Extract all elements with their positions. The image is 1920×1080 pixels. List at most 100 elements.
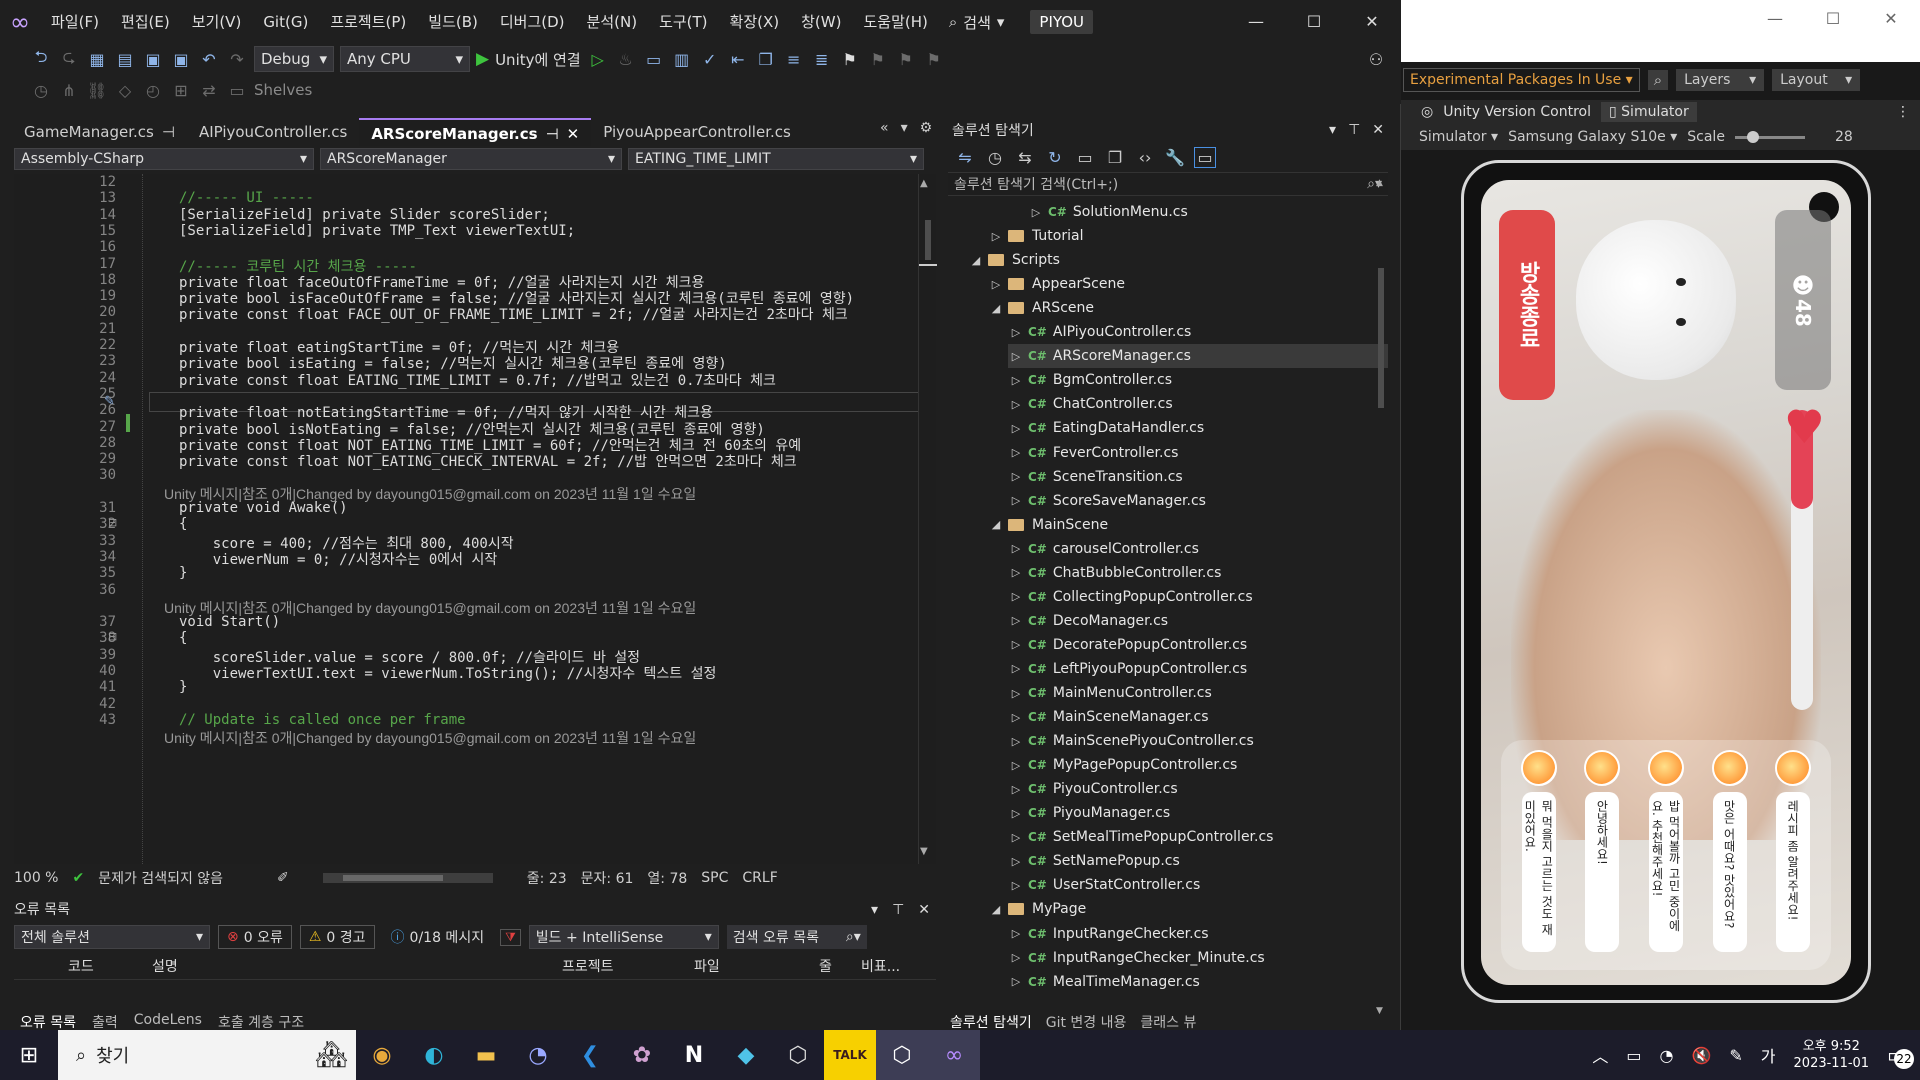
forward-icon[interactable]: ⮎ bbox=[58, 46, 80, 73]
menu-item[interactable]: 분석(N) bbox=[576, 0, 649, 44]
step-icon[interactable]: ⇤ bbox=[727, 50, 749, 69]
bookmark-next-icon[interactable]: ⚑ bbox=[895, 50, 917, 69]
new-project-icon[interactable]: ▦ bbox=[86, 50, 108, 69]
close-button[interactable]: ✕ bbox=[1343, 0, 1401, 44]
chat-suggestion[interactable]: 뭐 먹을지 고르는 것도 재미있어요. bbox=[1519, 750, 1559, 960]
switch-views-icon[interactable]: ⇋ bbox=[954, 148, 976, 167]
close-button[interactable]: ✕ bbox=[1862, 0, 1920, 38]
dropdown-icon[interactable]: ▾ bbox=[1329, 122, 1336, 138]
chevron-down-icon[interactable]: ◢ bbox=[988, 518, 1004, 531]
menu-item[interactable]: 디버그(D) bbox=[489, 0, 576, 44]
chat-suggestion[interactable]: 맛은 어때요? 맛있어요? bbox=[1710, 750, 1750, 960]
platform-dropdown[interactable]: Any CPU ▾ bbox=[340, 46, 470, 72]
chevron-right-icon[interactable]: ▷ bbox=[1008, 807, 1024, 820]
tree-folder[interactable]: ▷ AppearScene bbox=[988, 272, 1388, 296]
redo-icon[interactable]: ↷ bbox=[226, 50, 248, 69]
tree-file[interactable]: ▷ C# ChatBubbleController.cs bbox=[1008, 561, 1388, 585]
collapse-icon[interactable]: ⊟ bbox=[108, 516, 117, 529]
menu-item[interactable]: 프로젝트(P) bbox=[319, 0, 417, 44]
scroll-up-icon[interactable]: ▲ bbox=[920, 178, 928, 189]
scroll-up-icon[interactable]: ▲ bbox=[1376, 178, 1383, 188]
bookmark-prev-icon[interactable]: ⚑ bbox=[867, 50, 889, 69]
bottom-tab[interactable]: 출력 bbox=[92, 1012, 118, 1032]
member-dropdown[interactable]: EATING_TIME_LIMIT ▾ bbox=[628, 148, 924, 170]
chrome-icon[interactable]: ◉ bbox=[356, 1030, 408, 1080]
windows-start-icon[interactable]: ⊞ bbox=[0, 1030, 58, 1080]
app-icon[interactable]: ◆ bbox=[720, 1030, 772, 1080]
chevron-right-icon[interactable]: ▷ bbox=[1008, 975, 1024, 988]
notification-icon[interactable]: ▭22 bbox=[1887, 1043, 1914, 1069]
solution-search-input[interactable]: 솔루션 탐색기 검색(Ctrl+;) ⌕▾ bbox=[948, 172, 1388, 196]
menu-item[interactable]: 창(W) bbox=[790, 0, 852, 44]
play-icon[interactable]: ▶ bbox=[476, 49, 489, 69]
column-header[interactable]: 줄 bbox=[815, 956, 857, 976]
clock[interactable]: 오후 9:52 2023-11-01 bbox=[1794, 1038, 1870, 1072]
minimize-button[interactable]: — bbox=[1227, 0, 1285, 44]
pen-icon[interactable]: ✎ bbox=[1729, 1046, 1742, 1065]
menu-item[interactable]: 편집(E) bbox=[110, 0, 181, 44]
warnings-filter-button[interactable]: ⚠ 0 경고 bbox=[299, 925, 375, 949]
sync-icon[interactable]: ⇆ bbox=[1014, 148, 1036, 167]
chevron-right-icon[interactable]: ▷ bbox=[1008, 590, 1024, 603]
search-button[interactable]: ⌕ 검색 ▾ bbox=[949, 12, 1005, 33]
chevron-right-icon[interactable]: ▷ bbox=[1008, 951, 1024, 964]
chat-suggestion[interactable]: 안녕하세요! bbox=[1582, 750, 1622, 960]
close-icon[interactable]: ✕ bbox=[1372, 122, 1384, 138]
scope-dropdown[interactable]: 전체 솔루션 ▾ bbox=[14, 925, 210, 949]
chevron-right-icon[interactable]: ▷ bbox=[1008, 446, 1024, 459]
bottom-tab[interactable]: 오류 목록 bbox=[20, 1012, 76, 1032]
indent-icon[interactable]: ≡ bbox=[783, 50, 805, 69]
tree-file[interactable]: ▷ C# ScoreSaveManager.cs bbox=[1008, 489, 1388, 513]
whitespace-indicator[interactable]: SPC bbox=[701, 870, 728, 886]
visualstudio-icon[interactable]: ∞ bbox=[928, 1030, 980, 1080]
history-icon[interactable]: ◴ bbox=[142, 81, 164, 100]
scroll-tabs-icon[interactable]: « bbox=[880, 120, 889, 136]
ime-indicator[interactable]: 가 bbox=[1761, 1043, 1776, 1067]
chevron-right-icon[interactable]: ▷ bbox=[1008, 711, 1024, 724]
chevron-right-icon[interactable]: ▷ bbox=[1008, 662, 1024, 675]
branch-icon[interactable]: ⊞ bbox=[170, 81, 192, 100]
chevron-right-icon[interactable]: ▷ bbox=[1008, 542, 1024, 555]
tree-folder[interactable]: ◢ MainScene bbox=[988, 513, 1388, 537]
tree-folder[interactable]: ◢ MyPage bbox=[988, 897, 1388, 921]
line-ending-indicator[interactable]: CRLF bbox=[742, 870, 777, 886]
undo-icon[interactable]: ↶ bbox=[198, 50, 220, 69]
bookmark-clear-icon[interactable]: ⚑ bbox=[923, 50, 945, 69]
tab-dropdown-icon[interactable]: ▾ bbox=[901, 120, 908, 136]
issues-status[interactable]: 문제가 검색되지 않음 bbox=[98, 868, 223, 888]
tree-file[interactable]: ▷ C# EatingDataHandler.cs bbox=[1008, 416, 1388, 440]
tab-arscoremanager-cs[interactable]: ARScoreManager.cs ⊣ ✕ bbox=[359, 118, 592, 146]
chevron-right-icon[interactable]: ▷ bbox=[1008, 879, 1024, 892]
tree-file[interactable]: ▷ C# ARScoreManager.cs bbox=[1008, 344, 1388, 369]
close-icon[interactable]: ✕ bbox=[567, 120, 580, 146]
code-editor[interactable]: ✎ 12 13//----- UI ----- 14 [SerializeField]… bbox=[14, 174, 936, 864]
unity-icon[interactable]: ⬡ bbox=[876, 1030, 928, 1080]
chevron-right-icon[interactable]: ▷ bbox=[1028, 206, 1044, 219]
tree-file[interactable]: ▷ C# MainMenuController.cs bbox=[1008, 681, 1388, 705]
chevron-right-icon[interactable]: ▷ bbox=[1008, 470, 1024, 483]
simulator-mode-dropdown[interactable]: Simulator ▾ bbox=[1419, 129, 1498, 145]
tree-file[interactable]: ▷ C# InputRangeChecker.cs bbox=[1008, 922, 1388, 946]
explorer-icon[interactable]: ▬ bbox=[460, 1030, 512, 1080]
solution-tab[interactable]: 솔루션 탐색기 bbox=[950, 1012, 1032, 1032]
tree-file[interactable]: ▷ C# MainScenePiyouController.cs bbox=[1008, 729, 1388, 753]
pin-icon[interactable]: ⊣ bbox=[162, 118, 175, 146]
scrollbar-thumb[interactable] bbox=[342, 875, 443, 881]
chevron-down-icon[interactable]: ◢ bbox=[968, 254, 984, 267]
chevron-right-icon[interactable]: ▷ bbox=[1008, 687, 1024, 700]
editor-scrollbar[interactable]: ▲ ▼ bbox=[918, 174, 937, 864]
menu-item[interactable]: 도움말(H) bbox=[852, 0, 938, 44]
paint-icon[interactable]: ✿ bbox=[616, 1030, 668, 1080]
menu-item[interactable]: 보기(V) bbox=[181, 0, 253, 44]
tree-file[interactable]: ▷ C# PiyouController.cs bbox=[1008, 777, 1388, 801]
search-icon[interactable]: ⌕ bbox=[1647, 70, 1669, 90]
save-all-icon[interactable]: ▣ bbox=[170, 50, 192, 69]
scale-slider[interactable] bbox=[1734, 130, 1805, 143]
tree-file[interactable]: ▷ C# ChatController.cs bbox=[1008, 392, 1388, 416]
tab-simulator[interactable]: ▯ Simulator bbox=[1601, 102, 1697, 122]
start-without-debug-icon[interactable]: ▷ bbox=[587, 50, 609, 69]
class-dropdown[interactable]: ARScoreManager ▾ bbox=[320, 148, 622, 170]
copy-icon[interactable]: ❐ bbox=[755, 50, 777, 69]
tree-file[interactable]: ▷ C# CollectingPopupController.cs bbox=[1008, 585, 1388, 609]
menu-item[interactable]: 파일(F) bbox=[40, 0, 110, 44]
